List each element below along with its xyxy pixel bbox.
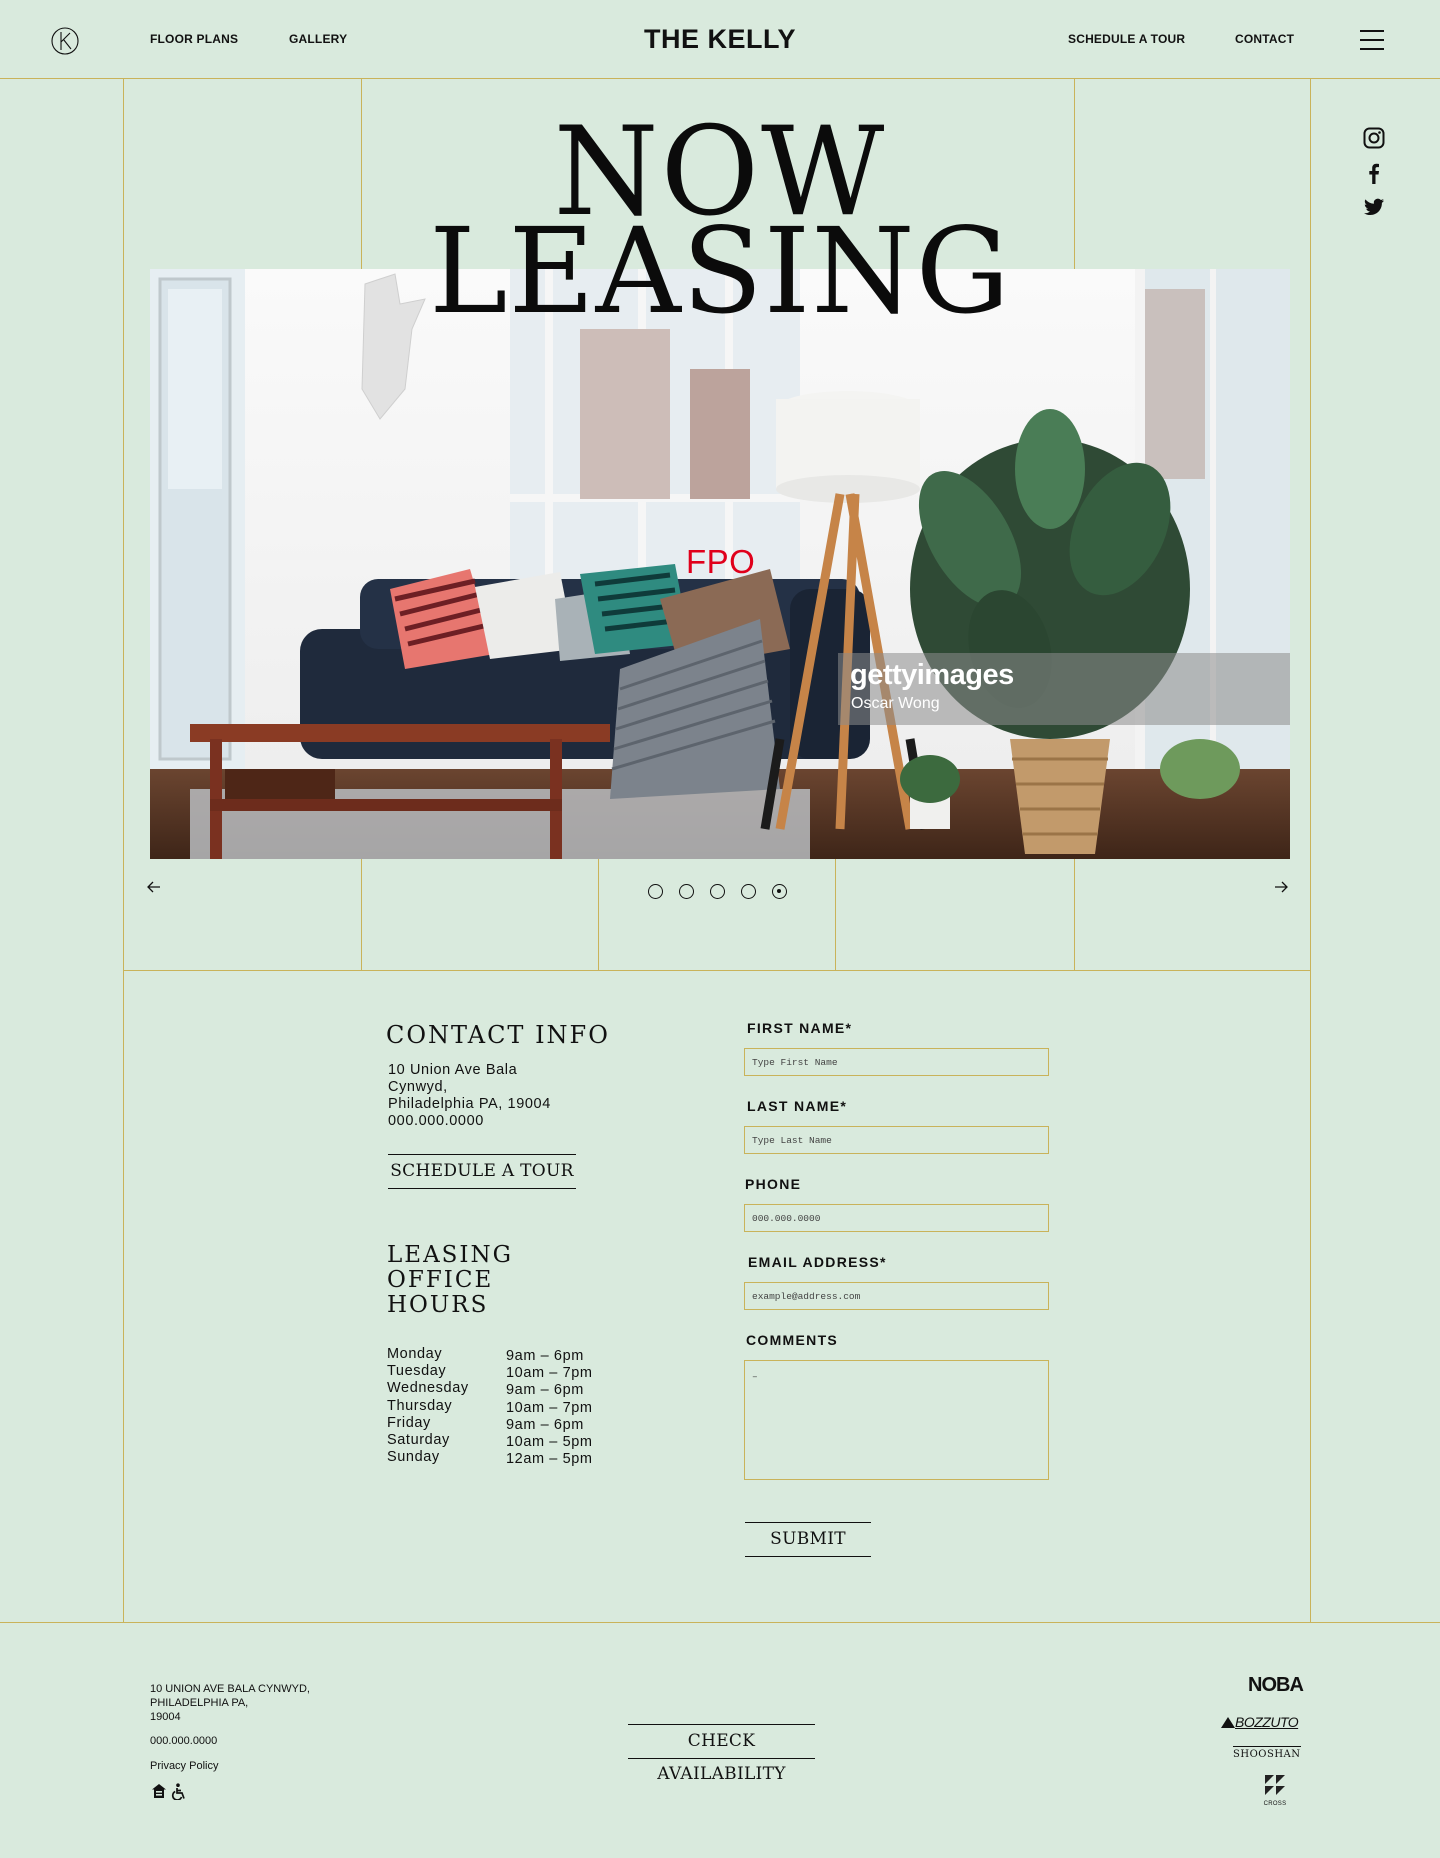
schedule-tour-button[interactable]: SCHEDULE A TOUR: [388, 1154, 576, 1189]
fpo-label: FPO: [686, 543, 756, 580]
submit-button[interactable]: SUBMIT: [745, 1522, 871, 1557]
phone-label: PHONE: [745, 1176, 802, 1192]
address-line: Philadelphia PA, 19004: [388, 1096, 551, 1112]
footer-divider: [0, 1622, 1440, 1623]
slide-dot[interactable]: [648, 884, 663, 899]
grid-line: [123, 970, 1311, 971]
grid-line: [1074, 859, 1075, 970]
next-arrow-icon[interactable]: [1274, 880, 1288, 898]
hours-day: Friday: [387, 1414, 431, 1431]
grid-line: [598, 859, 599, 970]
privacy-policy-link[interactable]: Privacy Policy: [150, 1759, 218, 1773]
hero-photo: FPO gettyimages Oscar Wong: [150, 269, 1290, 859]
hours-day: Wednesday: [387, 1380, 469, 1397]
footer-address-line: 19004: [150, 1711, 181, 1723]
bozzuto-triangle-icon: [1221, 1717, 1235, 1728]
footer-phone: 000.000.0000: [150, 1735, 218, 1747]
hours-heading-line: OFFICE: [387, 1267, 494, 1293]
noba-logo: NOBA: [1248, 1674, 1304, 1696]
bozzuto-logo-text: BOZZUTO: [1235, 1714, 1299, 1730]
footer-address: 10 UNION AVE BALA CYNWYD, PHILADELPHIA P…: [150, 1682, 310, 1724]
hours-heading: LEASING OFFICE HOURS: [387, 1243, 513, 1318]
hours-time: 10am – 7pm: [506, 1365, 593, 1382]
equal-housing-icon: [151, 1783, 167, 1799]
bozzuto-logo: BOZZUTO: [1221, 1714, 1299, 1730]
contact-info-heading: CONTACT INFO: [386, 1021, 610, 1049]
hours-time: 9am – 6pm: [506, 1382, 584, 1399]
hours-time: 12am – 5pm: [506, 1451, 593, 1468]
nav-schedule-tour[interactable]: SCHEDULE A TOUR: [1068, 32, 1185, 46]
phone-number: 000.000.0000: [388, 1113, 484, 1129]
header-divider: [0, 78, 1440, 79]
slide-dot[interactable]: [710, 884, 725, 899]
hours-time: 9am – 6pm: [506, 1348, 584, 1364]
email-input[interactable]: [744, 1282, 1049, 1310]
hours-day: Tuesday: [387, 1363, 447, 1380]
first-name-input[interactable]: [744, 1048, 1049, 1076]
shooshan-logo: SHOOSHAN: [1233, 1746, 1301, 1760]
footer-address-line: PHILADELPHIA PA,: [150, 1697, 249, 1709]
slide-dot[interactable]: [741, 884, 756, 899]
comments-input[interactable]: [744, 1360, 1049, 1480]
hero-title-leasing: LEASING: [429, 202, 1011, 340]
cross-logo: CROSS: [1262, 1774, 1288, 1807]
grid-line: [835, 859, 836, 970]
hours-day: Saturday: [387, 1432, 450, 1448]
cross-logo-text: CROSS: [1263, 1801, 1287, 1807]
site-title[interactable]: THE KELLY: [0, 24, 1440, 55]
check-availability-button[interactable]: CHECK AVAILABILITY: [628, 1724, 815, 1784]
accessibility-icon: [171, 1783, 187, 1801]
address-line: Cynwyd,: [388, 1079, 448, 1095]
watermark-credit: Oscar Wong: [851, 695, 940, 712]
hours-time: 10am – 7pm: [506, 1399, 593, 1416]
address-line: 10 Union Ave Bala: [388, 1062, 518, 1078]
hamburger-menu-icon[interactable]: [1360, 30, 1384, 52]
nav-contact[interactable]: CONTACT: [1235, 32, 1294, 46]
footer-address-line: 10 UNION AVE BALA CYNWYD,: [150, 1683, 310, 1695]
hours-heading-line: HOURS: [387, 1292, 489, 1318]
watermark-brand: gettyimages: [850, 659, 1014, 691]
hours-time: 10am – 5pm: [506, 1434, 593, 1450]
email-label: EMAIL ADDRESS*: [748, 1254, 887, 1270]
hours-day: Sunday: [387, 1449, 440, 1466]
hours-time: 9am – 6pm: [506, 1416, 584, 1433]
prev-arrow-icon[interactable]: [147, 880, 161, 898]
last-name-label: LAST NAME*: [747, 1098, 848, 1114]
slide-dot[interactable]: [772, 884, 787, 899]
grid-line: [361, 859, 362, 970]
phone-input[interactable]: [744, 1204, 1049, 1232]
comments-label: COMMENTS: [746, 1332, 839, 1348]
first-name-label: FIRST NAME*: [747, 1020, 853, 1036]
hours-day: Thursday: [387, 1397, 453, 1414]
hours-heading-line: LEASING: [387, 1242, 514, 1268]
slide-dot[interactable]: [679, 884, 694, 899]
last-name-input[interactable]: [744, 1126, 1049, 1154]
hours-day: Monday: [387, 1346, 443, 1362]
